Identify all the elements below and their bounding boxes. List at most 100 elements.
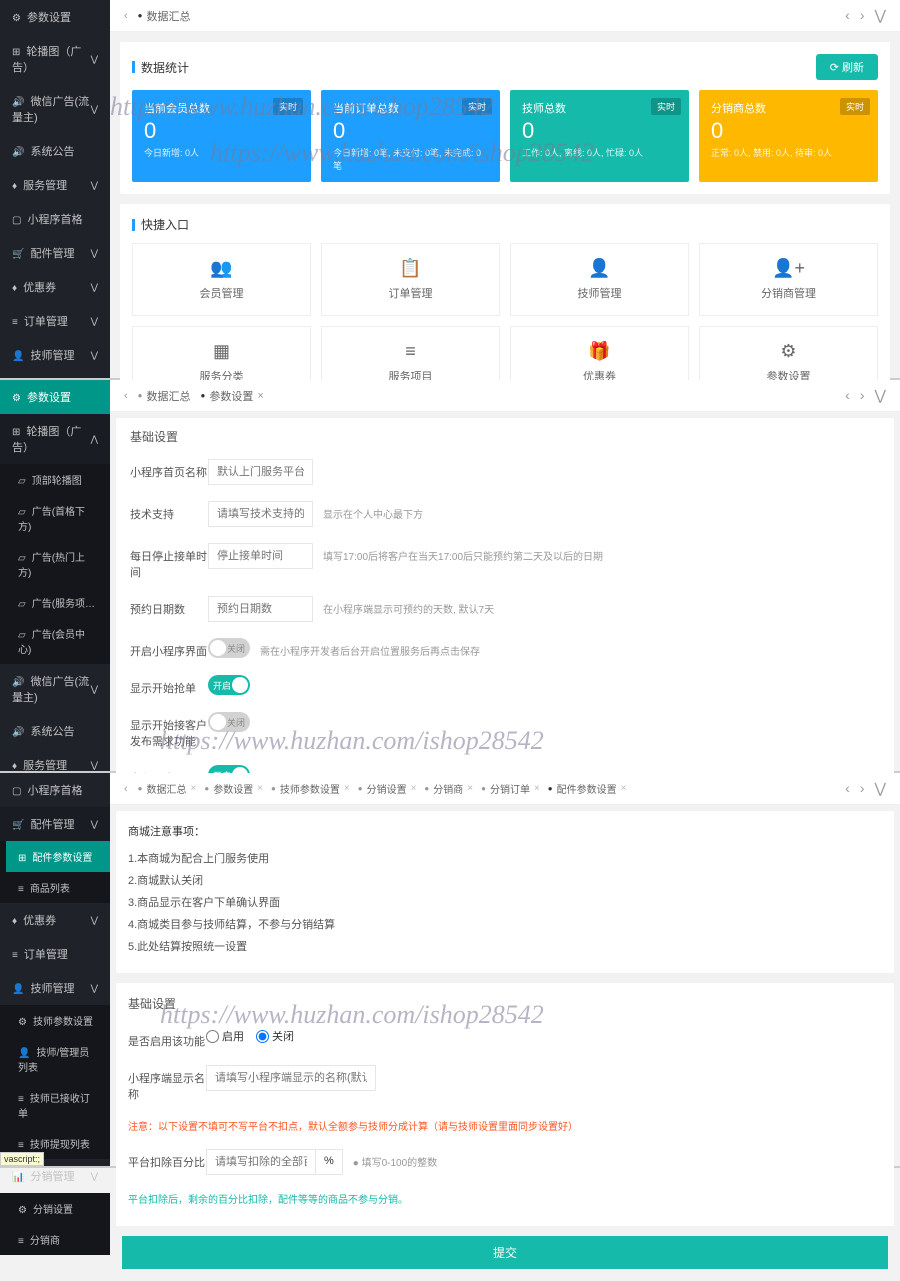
submit-button[interactable]: 提交	[122, 1236, 888, 1269]
nav-next-icon[interactable]: ›	[860, 780, 865, 797]
chevron-down-icon: ⋁	[91, 248, 98, 259]
radio-enable[interactable]: 启用	[206, 1028, 244, 1044]
radio-disable[interactable]: 关闭	[256, 1028, 294, 1044]
notice-title: 商城注意事项：	[128, 823, 882, 839]
menu-icon: ♦	[12, 181, 17, 192]
nav-menu-icon[interactable]: ⋁	[875, 387, 886, 404]
quick-link[interactable]: 👤技师管理	[510, 243, 689, 316]
notice-item: 1.本商城为配合上门服务使用	[128, 847, 882, 869]
nav-next-icon[interactable]: ›	[860, 387, 865, 404]
breadcrumb-tab[interactable]: 数据汇总 ×	[138, 781, 197, 796]
close-icon[interactable]: ×	[191, 783, 197, 794]
sidebar-item[interactable]: ≡商品列表	[6, 872, 110, 903]
sidebar-sub-item[interactable]: ▱广告(首格下方)	[6, 495, 110, 541]
sidebar-item[interactable]: ≡订单管理⋁	[0, 304, 110, 338]
chevron-up-icon: ⋀	[91, 434, 98, 445]
menu-icon: ≡	[18, 1094, 24, 1105]
nav-prev-icon[interactable]: ‹	[845, 780, 850, 797]
sidebar-item[interactable]: 🔊微信广告(流量主)⋁	[0, 84, 110, 134]
close-icon[interactable]: ×	[467, 783, 473, 794]
sidebar-item[interactable]: ≡技师已接收订单	[6, 1082, 110, 1128]
percent-suffix: %	[316, 1149, 343, 1175]
quick-link[interactable]: 👤+分销商管理	[699, 243, 878, 316]
menu-icon: 🛒	[12, 249, 24, 260]
breadcrumb-tab[interactable]: 数据汇总	[138, 8, 191, 24]
nav-back-icon[interactable]: ‹	[124, 390, 128, 402]
close-icon[interactable]: ×	[411, 783, 417, 794]
nav-back-icon[interactable]: ‹	[124, 783, 128, 795]
sidebar-item[interactable]: ▢小程序首格	[0, 773, 110, 807]
text-input[interactable]	[208, 459, 313, 485]
sidebar-item[interactable]: ⊞轮播图（广告）⋁	[0, 34, 110, 84]
breadcrumb-tab[interactable]: 配件参数设置 ×	[548, 781, 627, 796]
menu-icon: ▱	[18, 630, 26, 641]
quick-link[interactable]: 👥会员管理	[132, 243, 311, 316]
toggle-switch[interactable]: 关闭	[208, 712, 250, 732]
close-icon[interactable]: ×	[621, 783, 627, 794]
close-icon[interactable]: ×	[534, 783, 540, 794]
green-hint: 平台扣除后，剩余的百分比扣除，配件等等的商品不参与分销。	[128, 1191, 408, 1206]
percent-input[interactable]	[206, 1149, 316, 1175]
breadcrumb-tab[interactable]: 分销设置 ×	[358, 781, 417, 796]
breadcrumb-tab[interactable]: 分销订单 ×	[481, 781, 540, 796]
text-input[interactable]	[208, 501, 313, 527]
breadcrumb-tab[interactable]: 参数设置 ×	[201, 388, 264, 404]
sidebar-item[interactable]: 🔊系统公告	[0, 714, 110, 748]
nav-back-icon[interactable]: ‹	[124, 10, 128, 22]
sidebar-item[interactable]: ⊞配件参数设置	[6, 841, 110, 872]
sidebar-item[interactable]: ♦优惠券⋁	[0, 903, 110, 937]
stat-detail: 今日新增: 0人	[144, 146, 299, 159]
quick-link[interactable]: 📋订单管理	[321, 243, 500, 316]
chevron-down-icon: ⋁	[91, 684, 98, 695]
sidebar-item[interactable]: ⚙参数设置	[0, 0, 110, 34]
menu-icon: 🔊	[12, 97, 24, 108]
sidebar-item[interactable]: 👤技师管理⋁	[0, 338, 110, 372]
toggle-switch[interactable]: 开启	[208, 675, 250, 695]
chevron-icon: ⋁	[91, 983, 98, 994]
sidebar-item[interactable]: 👤技师管理⋁	[0, 971, 110, 1005]
sidebar-item[interactable]: ⚙技师参数设置	[6, 1005, 110, 1036]
menu-icon: 👤	[12, 351, 24, 362]
sidebar-item[interactable]: 🔊系统公告	[0, 134, 110, 168]
menu-icon: 🔊	[12, 727, 24, 738]
nav-prev-icon[interactable]: ‹	[845, 387, 850, 404]
stat-value: 0	[711, 118, 866, 144]
sidebar-sub-item[interactable]: ▱顶部轮播图	[6, 464, 110, 495]
text-input[interactable]	[208, 596, 313, 622]
close-icon[interactable]: ×	[257, 390, 263, 402]
breadcrumb-tab[interactable]: 参数设置 ×	[204, 781, 263, 796]
close-icon[interactable]: ×	[344, 783, 350, 794]
sidebar-item[interactable]: ▢小程序首格	[0, 202, 110, 236]
sidebar-item[interactable]: 🛒配件管理⋁	[0, 807, 110, 841]
text-input[interactable]	[208, 543, 313, 569]
close-icon[interactable]: ×	[257, 783, 263, 794]
toggle-switch[interactable]: 关闭	[208, 638, 250, 658]
sidebar-sub-item[interactable]: ▱广告(服务项…	[6, 587, 110, 618]
sidebar-item[interactable]: ♦服务管理⋁	[0, 168, 110, 202]
breadcrumb-tab[interactable]: 数据汇总	[138, 388, 191, 404]
breadcrumb-tab[interactable]: 分销商 ×	[424, 781, 473, 796]
app-name-input[interactable]	[206, 1065, 376, 1091]
form-hint: 在小程序端显示可预约的天数, 默认7天	[323, 596, 494, 616]
sidebar-item[interactable]: ⚙分销设置	[6, 1193, 110, 1224]
sidebar-sub-item[interactable]: ▱广告(热门上方)	[6, 541, 110, 587]
quick-icon: 👥	[133, 258, 310, 279]
sidebar-item[interactable]: 🔊微信广告(流量主)⋁	[0, 664, 110, 714]
nav-prev-icon[interactable]: ‹	[845, 7, 850, 24]
breadcrumb-tab[interactable]: 技师参数设置 ×	[271, 781, 350, 796]
sidebar-item[interactable]: ≡分销商	[6, 1224, 110, 1255]
statusbar-label: vascript:;	[0, 1152, 44, 1166]
refresh-button[interactable]: ⟳ 刷新	[816, 54, 878, 80]
quick-icon: 📋	[322, 258, 499, 279]
sidebar-item[interactable]: 👤技师/管理员列表	[6, 1036, 110, 1082]
sidebar-item[interactable]: ♦优惠券⋁	[0, 270, 110, 304]
nav-menu-icon[interactable]: ⋁	[875, 7, 886, 24]
sidebar-item[interactable]: ⊞轮播图（广告）⋀	[0, 414, 110, 464]
nav-menu-icon[interactable]: ⋁	[875, 780, 886, 797]
section-title: 数据统计 ⟳ 刷新	[132, 54, 878, 80]
sidebar-item[interactable]: 🛒配件管理⋁	[0, 236, 110, 270]
nav-next-icon[interactable]: ›	[860, 7, 865, 24]
sidebar-item[interactable]: ⚙参数设置	[0, 380, 110, 414]
sidebar-sub-item[interactable]: ▱广告(会员中心)	[6, 618, 110, 664]
sidebar-item[interactable]: ≡订单管理	[0, 937, 110, 971]
